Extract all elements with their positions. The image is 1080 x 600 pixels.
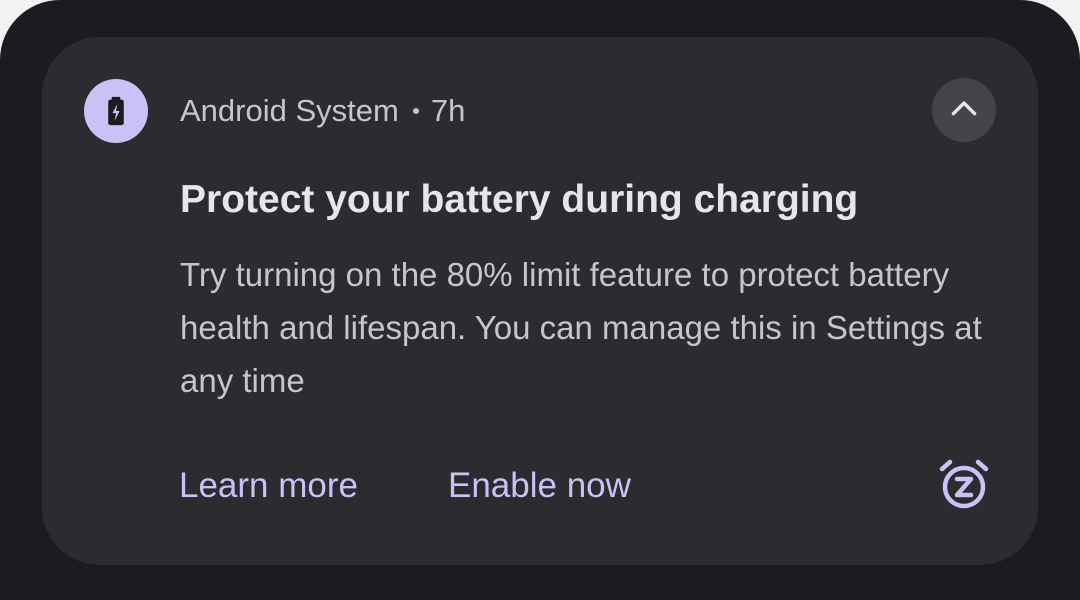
snooze-alarm-icon	[936, 457, 992, 518]
enable-now-button[interactable]: Enable now	[448, 461, 631, 511]
app-name: Android System	[180, 93, 399, 128]
chevron-up-icon	[947, 91, 981, 130]
learn-more-button[interactable]: Learn more	[179, 461, 358, 511]
notification-title: Protect your battery during charging	[180, 178, 859, 221]
snooze-button[interactable]	[936, 458, 992, 516]
separator-dot	[412, 108, 419, 114]
notification-shade: Android System 7h Protect your battery d…	[0, 0, 1080, 600]
collapse-button[interactable]	[932, 78, 996, 142]
notification-card[interactable]: Android System 7h Protect your battery d…	[42, 37, 1038, 565]
battery-charging-icon	[84, 79, 148, 143]
notification-time: 7h	[430, 93, 466, 128]
notification-body: Try turning on the 80% limit feature to …	[180, 256, 982, 399]
notification-header: Android System 7h	[180, 89, 465, 133]
